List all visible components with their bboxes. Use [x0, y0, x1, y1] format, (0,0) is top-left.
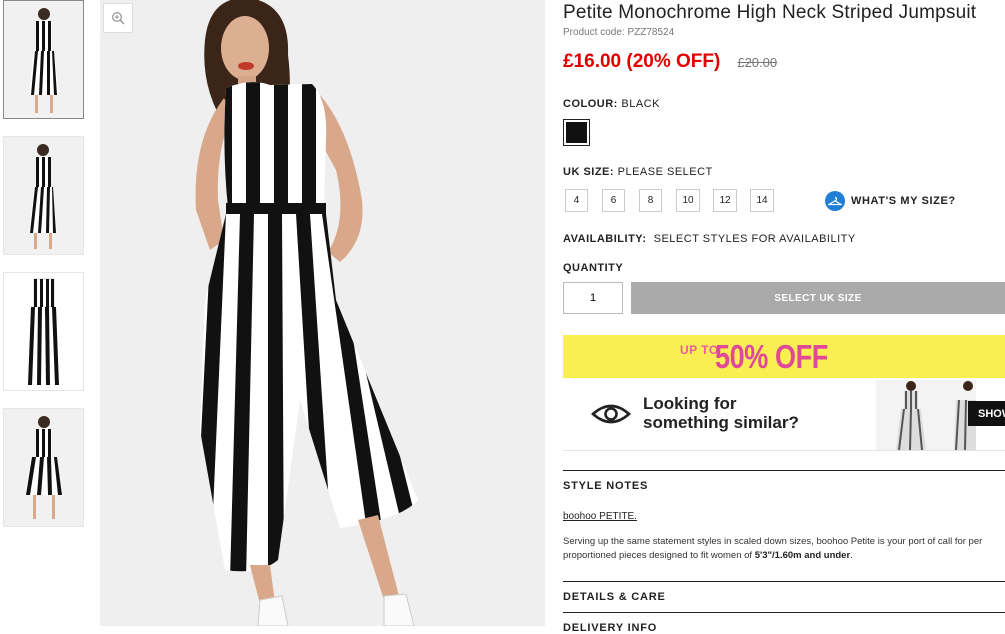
similar-line-2: something similar?: [643, 413, 799, 432]
notes-line-2-end: .: [850, 550, 853, 561]
availability-row: AVAILABILITY: SELECT STYLES FOR AVAILABI…: [563, 233, 856, 245]
availability-label: AVAILABILITY:: [563, 233, 647, 245]
product-title: Petite Monochrome High Neck Striped Jump…: [563, 2, 977, 23]
quantity-label: QUANTITY: [563, 262, 624, 274]
similar-text: Looking for something similar?: [643, 394, 799, 432]
size-label-row: UK SIZE: PLEASE SELECT: [563, 166, 713, 178]
zoom-button[interactable]: [103, 3, 133, 33]
size-option-14[interactable]: 14: [750, 189, 774, 212]
notes-line-2: proportioned pieces designed to fit wome…: [563, 549, 1005, 563]
add-to-bag-button[interactable]: SELECT UK SIZE: [631, 282, 1005, 314]
details-care-header[interactable]: DETAILS & CARE: [563, 581, 1005, 603]
style-notes-header[interactable]: STYLE NOTES: [563, 470, 1005, 492]
zoom-icon: [112, 12, 125, 25]
size-option-6[interactable]: 6: [602, 189, 625, 212]
product-flat-image: [26, 278, 61, 385]
thumbnail-gallery: [3, 0, 84, 544]
hanger-icon: [825, 191, 845, 211]
whats-my-size-label: WHAT'S MY SIZE?: [851, 195, 956, 207]
thumbnail-1[interactable]: [3, 0, 84, 119]
whats-my-size-link[interactable]: WHAT'S MY SIZE?: [825, 191, 956, 211]
promo-banner[interactable]: UP TO 50% OFF EVERYTHING!: [563, 335, 1005, 378]
price-row: £16.00 (20% OFF) £20.00: [563, 51, 1005, 73]
notes-line-2-bold: 5'3"/1.60m and under: [754, 550, 851, 561]
show-me-button[interactable]: SHOW: [968, 401, 1005, 426]
size-label: UK SIZE:: [563, 166, 615, 178]
colour-swatch-black[interactable]: [563, 119, 590, 146]
size-value: PLEASE SELECT: [617, 166, 713, 178]
similar-thumbnail-1[interactable]: [876, 380, 946, 450]
main-product-image[interactable]: [100, 0, 545, 626]
product-code: Product code: PZZ78524: [563, 27, 675, 38]
thumbnail-2[interactable]: [3, 136, 84, 255]
promo-small-text: UP TO: [680, 343, 719, 357]
similar-image: [896, 381, 926, 450]
model-image: [28, 144, 57, 249]
style-notes-text: Serving up the same statement styles in …: [563, 535, 1005, 563]
notes-line-2-text: proportioned pieces designed to fit wome…: [563, 550, 755, 561]
original-price: £20.00: [737, 55, 778, 70]
size-option-10[interactable]: 10: [676, 189, 700, 212]
similar-items-banner[interactable]: Looking for something similar? SHOW: [563, 380, 1005, 451]
colour-value: BLACK: [621, 98, 660, 110]
product-info-panel: Petite Monochrome High Neck Striped Jump…: [563, 0, 1005, 634]
availability-value: SELECT STYLES FOR AVAILABILITY: [653, 233, 856, 245]
size-option-4[interactable]: 4: [565, 189, 588, 212]
model-image: [24, 416, 63, 519]
current-price: £16.00 (20% OFF): [563, 51, 721, 72]
promo-big-text: 50% OFF EVERYTHING!: [715, 338, 895, 378]
eye-icon: [591, 404, 631, 424]
model-photo: [195, 0, 418, 626]
size-option-12[interactable]: 12: [713, 189, 737, 212]
model-image: [28, 8, 59, 113]
brand-link[interactable]: boohoo PETITE.: [563, 511, 637, 522]
delivery-info-header[interactable]: DELIVERY INFO: [563, 612, 1005, 634]
size-option-8[interactable]: 8: [639, 189, 662, 212]
colour-label: COLOUR:: [563, 98, 618, 110]
size-options: 4 6 8 10 12 14: [565, 189, 787, 212]
colour-label-row: COLOUR: BLACK: [563, 98, 660, 110]
similar-line-1: Looking for: [643, 394, 737, 413]
thumbnail-4[interactable]: [3, 408, 84, 527]
notes-line-1: Serving up the same statement styles in …: [563, 536, 983, 547]
quantity-input[interactable]: [563, 282, 623, 314]
thumbnail-3[interactable]: [3, 272, 84, 391]
